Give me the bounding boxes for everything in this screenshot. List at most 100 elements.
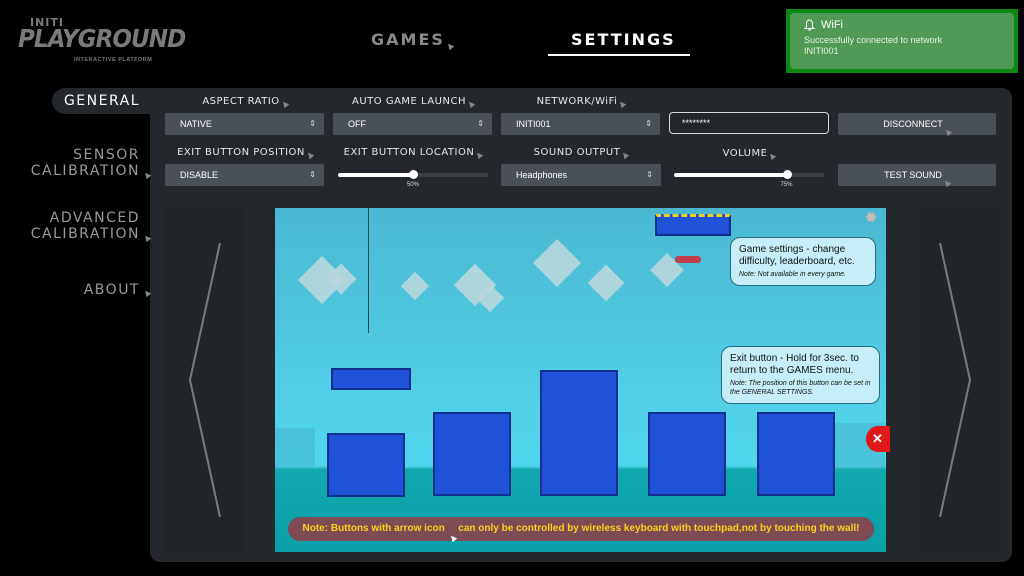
sidebar-item-label-line2: CALIBRATION (30, 226, 140, 242)
toast-header: WiFi (804, 19, 1000, 31)
tab-games-label: GAMES (371, 30, 445, 49)
game-settings-tooltip: Game settings - change difficulty, leade… (730, 237, 876, 286)
sidebar-item-label-line2: CALIBRATION (30, 163, 140, 179)
sound-output-select[interactable]: Headphones ⇕ (501, 164, 661, 186)
updown-chevron-icon: ⇕ (477, 119, 484, 128)
toast-body: WiFi Successfully connected to network I… (790, 13, 1014, 69)
arrow-cursor-icon (305, 150, 315, 160)
tab-settings[interactable]: SETTINGS (571, 30, 676, 49)
exit-game-button[interactable]: ✕ (866, 426, 890, 452)
disconnect-button[interactable]: DISCONNECT (838, 113, 996, 137)
exit-button-location-slider[interactable]: 50% (338, 169, 488, 188)
tower (648, 412, 726, 496)
bell-icon (804, 19, 815, 31)
wifi-password-input[interactable]: ******** (669, 112, 829, 134)
arrow-cursor-icon (621, 150, 630, 160)
updown-chevron-icon: ⇕ (646, 170, 653, 179)
hanging-block (655, 214, 731, 236)
sidebar-item-sensor-calibration[interactable]: SENSOR CALIBRATION (0, 147, 140, 179)
tower (540, 370, 618, 496)
sidebar-item-label-line1: ADVANCED (49, 210, 140, 226)
arrow-cursor-icon (942, 178, 952, 188)
cloud (400, 271, 430, 301)
toast-network: INITI001 (804, 46, 839, 56)
carousel-prev-button[interactable] (163, 208, 243, 552)
aspect-ratio-label: ASPECT RATIO (165, 96, 325, 109)
toast-message-text: Successfully connected to network (804, 35, 943, 45)
active-tab-underline (548, 54, 690, 56)
network-label: NETWORK/WiFi (501, 96, 661, 109)
arrow-cursor-icon (445, 41, 455, 51)
background-building (275, 428, 315, 468)
arrow-cursor-icon (280, 99, 289, 109)
airplane (675, 256, 701, 263)
crane-rope (368, 208, 369, 333)
auto-game-launch-select[interactable]: OFF ⇕ (333, 113, 492, 135)
slider-handle[interactable] (782, 170, 792, 179)
updown-chevron-icon: ⇕ (309, 170, 316, 179)
sidebar-item-label-line1: SENSOR (73, 147, 140, 163)
cloud (587, 264, 625, 302)
slider-value: 50% (406, 182, 420, 188)
hanging-block (331, 368, 411, 390)
tab-settings-label: SETTINGS (571, 30, 676, 49)
aspect-ratio-value: NATIVE (180, 119, 212, 129)
arrow-cursor-icon (448, 533, 457, 543)
sound-output-value: Headphones (516, 170, 568, 180)
tower (433, 412, 511, 496)
toast-message: Successfully connected to network INITI0… (804, 35, 1000, 57)
footer-note-text-2: can only be controlled by wireless keybo… (458, 523, 860, 534)
sound-output-label: SOUND OUTPUT (501, 147, 661, 160)
sidebar-item-about[interactable]: ABOUT (0, 282, 140, 298)
slider-value: 75% (780, 182, 793, 188)
chevron-left-icon (188, 242, 221, 518)
logo-tagline: INTERACTIVE PLATFORM (74, 57, 153, 63)
network-select[interactable]: INITI001 ⇕ (501, 113, 660, 135)
arrow-cursor-icon (475, 150, 484, 160)
wifi-password-value: ******** (682, 118, 711, 128)
arrow-cursor-icon (943, 127, 952, 137)
slider-handle[interactable] (409, 170, 418, 179)
footer-note-text: Note: Buttons with arrow icon (302, 523, 445, 534)
tooltip-note: Note: Not available in every game. (739, 271, 846, 278)
exit-button-position-select[interactable]: DISABLE ⇕ (165, 164, 324, 186)
toast-title: WiFi (821, 19, 843, 31)
network-value: INITI001 (516, 119, 551, 129)
tooltip-note: Note: The position of this button can be… (730, 380, 871, 396)
sidebar-item-label: GENERAL (63, 93, 140, 109)
logo-name: PLAYGROUND (18, 24, 186, 53)
close-icon: ✕ (872, 431, 883, 446)
cloud (532, 238, 582, 288)
exit-button-position-label: EXIT BUTTON POSITION (165, 147, 325, 160)
updown-chevron-icon: ⇕ (309, 119, 316, 128)
exit-button-position-value: DISABLE (180, 170, 219, 180)
chevron-right-icon (939, 242, 972, 518)
updown-chevron-icon: ⇕ (645, 119, 652, 128)
logo: INITI PLAYGROUND INTERACTIVE PLATFORM (18, 14, 186, 70)
exit-button-tooltip: Exit button - Hold for 3sec. to return t… (721, 346, 880, 404)
tooltip-text: Exit button - Hold for 3sec. to return t… (730, 353, 859, 376)
tab-games[interactable]: GAMES (371, 30, 455, 51)
tower (327, 433, 405, 497)
aspect-ratio-select[interactable]: NATIVE ⇕ (165, 113, 324, 135)
tower (757, 412, 835, 496)
arrow-cursor-icon (768, 151, 777, 161)
carousel-next-button[interactable] (919, 208, 999, 552)
tooltip-text: Game settings - change difficulty, leade… (739, 244, 855, 267)
footer-note: Note: Buttons with arrow icon can only b… (288, 517, 874, 543)
test-sound-button[interactable]: TEST SOUND (838, 164, 996, 188)
auto-game-launch-value: OFF (348, 119, 366, 129)
volume-slider[interactable]: 75% (674, 169, 824, 188)
gear-icon[interactable] (866, 212, 876, 222)
slider-fill (674, 173, 787, 177)
auto-game-launch-label: AUTO GAME LAUNCH (333, 96, 493, 109)
sidebar-item-advanced-calibration[interactable]: ADVANCED CALIBRATION (0, 210, 140, 242)
wifi-toast: WiFi Successfully connected to network I… (786, 9, 1018, 73)
exit-button-location-label: EXIT BUTTON LOCATION (333, 147, 493, 160)
sidebar-item-general[interactable]: GENERAL (52, 93, 140, 109)
slider-fill (338, 173, 413, 177)
arrow-cursor-icon (618, 99, 627, 109)
sidebar-item-label: ABOUT (83, 282, 140, 298)
arrow-cursor-icon (466, 99, 476, 109)
volume-label: VOLUME (669, 148, 829, 161)
